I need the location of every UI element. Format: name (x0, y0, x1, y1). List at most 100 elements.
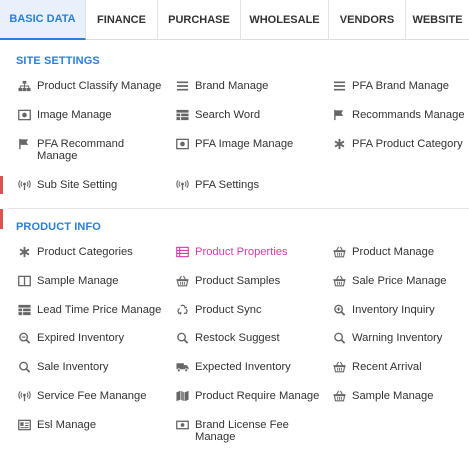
menu-item-label: Product Classify Manage (37, 80, 162, 92)
menu-item-label: Sale Inventory (37, 361, 109, 373)
menu-item-product-sync[interactable]: Product Sync (175, 304, 262, 316)
image-icon (175, 138, 189, 150)
background-edge-marker (0, 209, 3, 229)
properties-icon (175, 246, 189, 258)
menu-item-label: Inventory Inquiry (352, 304, 435, 316)
map-icon (175, 390, 189, 402)
menu-item-service-fee-manange[interactable]: Service Fee Manange (17, 390, 146, 402)
menu-item-sale-price-manage[interactable]: Sale Price Manage (332, 275, 447, 287)
menu-item-pfa-image-manage[interactable]: PFA Image Manage (175, 138, 293, 150)
menu-item-expired-inventory[interactable]: Expired Inventory (17, 332, 124, 344)
flag-icon (332, 109, 346, 121)
menu-item-label: Product Samples (195, 275, 281, 287)
tab-basic-data[interactable]: BASIC DATA (0, 0, 86, 40)
table-icon (175, 109, 189, 121)
menu-item-sub-site-setting[interactable]: Sub Site Setting (17, 179, 117, 191)
menu-item-label: Restock Suggest (195, 332, 280, 344)
menu-item-inventory-inquiry[interactable]: Inventory Inquiry (332, 304, 435, 316)
menu-item-label: PFA Recommand Manage (37, 138, 125, 162)
list-icon (332, 80, 346, 92)
menu-item-sample-manage-2[interactable]: Sample Manage (332, 390, 433, 402)
menu-item-label: Product Require Manage (195, 390, 320, 402)
money-icon (175, 419, 189, 431)
menu-item-label: Warning Inventory (352, 332, 443, 344)
menu-item-recommands-manage[interactable]: Recommands Manage (332, 109, 465, 121)
broadcast-icon (17, 179, 31, 191)
menu-item-pfa-settings[interactable]: PFA Settings (175, 179, 259, 191)
menu-item-sample-manage[interactable]: Sample Manage (17, 275, 118, 287)
menu-item-recent-arrival[interactable]: Recent Arrival (332, 361, 422, 373)
menu-item-label: Esl Manage (37, 419, 97, 431)
section-title-site-settings: SITE SETTINGS (16, 55, 100, 67)
menu-item-pfa-recommand-manage[interactable]: PFA Recommand Manage (17, 138, 147, 162)
menu-item-esl-manage[interactable]: Esl Manage (17, 419, 96, 431)
flag-icon (17, 138, 31, 150)
menu-item-product-samples[interactable]: Product Samples (175, 275, 280, 287)
truck-icon (175, 361, 189, 373)
id-card-icon (17, 419, 31, 431)
menu-item-restock-suggest[interactable]: Restock Suggest (175, 332, 280, 344)
basket-icon (332, 361, 346, 373)
menu-item-search-word[interactable]: Search Word (175, 109, 260, 121)
background-edge-marker (0, 176, 3, 194)
menu-item-warning-inventory[interactable]: Warning Inventory (332, 332, 442, 344)
section-title-product-info: PRODUCT INFO (16, 221, 101, 233)
menu-item-label: Product Sync (195, 304, 262, 316)
zoom-out-icon (17, 332, 31, 344)
tab-website[interactable]: WEBSITE (406, 0, 469, 40)
menu-item-label: Product Properties (195, 246, 288, 258)
menu-item-label: Expired Inventory (37, 332, 125, 344)
tab-finance[interactable]: FINANCE (86, 0, 158, 40)
search-icon (17, 361, 31, 373)
basket-icon (175, 275, 189, 287)
menu-item-image-manage[interactable]: Image Manage (17, 109, 112, 121)
section-divider (8, 208, 469, 209)
menu-item-label: PFA Image Manage (195, 138, 294, 150)
columns-icon (17, 275, 31, 287)
tab-vendors[interactable]: VENDORS (329, 0, 406, 40)
menu-item-product-manage[interactable]: Product Manage (332, 246, 434, 258)
menu-item-label: Recent Arrival (352, 361, 422, 373)
broadcast-icon (17, 390, 31, 402)
basket-icon (332, 275, 346, 287)
menu-item-expected-inventory[interactable]: Expected Inventory (175, 361, 291, 373)
zoom-in-icon (332, 304, 346, 316)
menu-item-label: Product Categories (37, 246, 133, 258)
menu-item-sale-inventory[interactable]: Sale Inventory (17, 361, 109, 373)
asterisk-icon (332, 138, 346, 150)
menu-item-label: Image Manage (37, 109, 112, 121)
menu-item-label: Sub Site Setting (37, 179, 118, 191)
menu-item-brand-manage[interactable]: Brand Manage (175, 80, 268, 92)
search-icon (332, 332, 346, 344)
asterisk-icon (17, 246, 31, 258)
menu-item-label: Expected Inventory (195, 361, 291, 373)
menu-item-label: PFA Settings (195, 179, 260, 191)
menu-item-label: Recommands Manage (352, 109, 465, 121)
tab-wholesale[interactable]: WHOLESALE (241, 0, 329, 40)
menu-item-product-properties[interactable]: Product Properties (175, 246, 288, 258)
recycle-icon (175, 304, 189, 316)
menu-item-label: Brand License Fee Manage (195, 419, 289, 443)
tab-purchase[interactable]: PURCHASE (158, 0, 241, 40)
menu-item-pfa-brand-manage[interactable]: PFA Brand Manage (332, 80, 449, 92)
menu-item-lead-time-price-manage[interactable]: Lead Time Price Manage (17, 304, 161, 316)
menu-item-label: PFA Product Category (352, 138, 463, 150)
top-tab-bar: BASIC DATA FINANCE PURCHASE WHOLESALE VE… (0, 0, 469, 40)
menu-item-label: PFA Brand Manage (352, 80, 450, 92)
menu-item-label: Search Word (195, 109, 261, 121)
search-icon (175, 332, 189, 344)
sitemap-icon (17, 80, 31, 92)
list-icon (175, 80, 189, 92)
menu-item-product-classify-manage[interactable]: Product Classify Manage (17, 80, 161, 92)
broadcast-icon (175, 179, 189, 191)
menu-item-label: Sale Price Manage (352, 275, 447, 287)
menu-item-pfa-product-category[interactable]: PFA Product Category (332, 138, 463, 150)
menu-item-label: Sample Manage (37, 275, 119, 287)
menu-item-label: Service Fee Manange (37, 390, 147, 402)
table-icon (17, 304, 31, 316)
menu-item-product-categories[interactable]: Product Categories (17, 246, 133, 258)
menu-item-brand-license-fee-manage[interactable]: Brand License Fee Manage (175, 419, 295, 443)
image-icon (17, 109, 31, 121)
menu-item-label: Brand Manage (195, 80, 269, 92)
menu-item-product-require-manage[interactable]: Product Require Manage (175, 390, 319, 402)
